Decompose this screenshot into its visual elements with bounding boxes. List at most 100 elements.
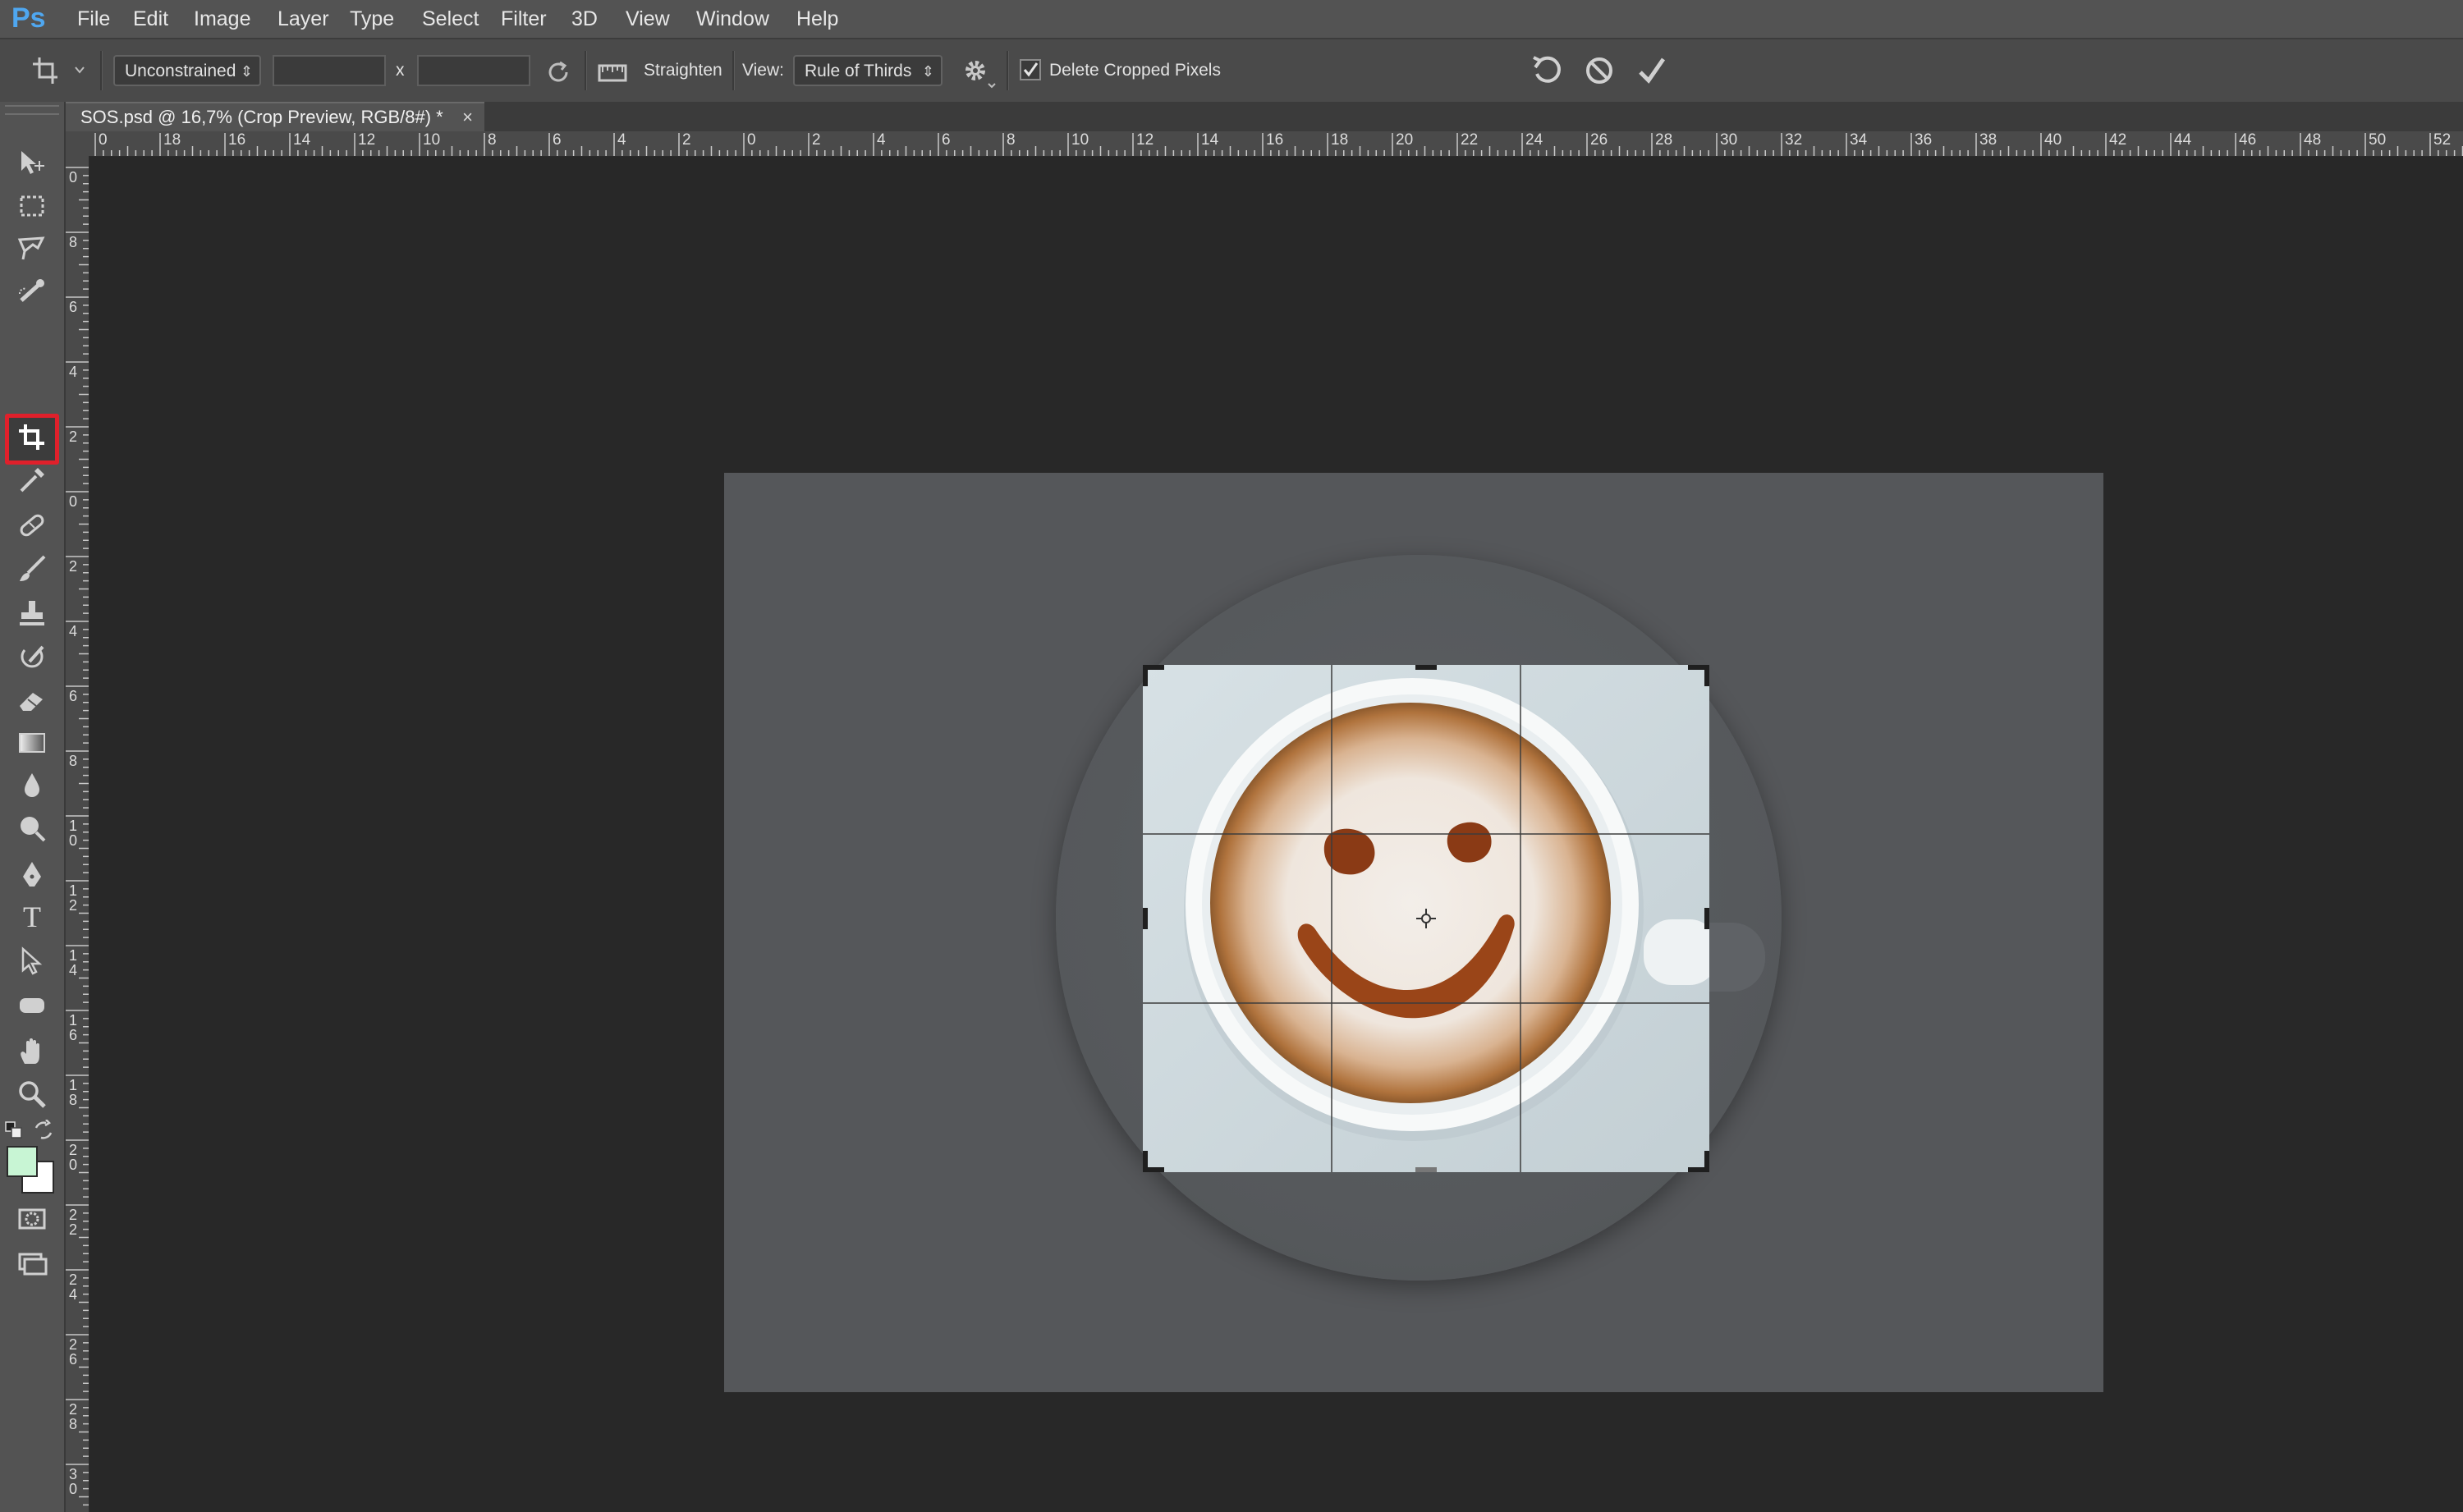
delete-cropped-checkbox[interactable] <box>1020 59 1041 80</box>
cancel-crop-button[interactable] <box>1581 53 1617 89</box>
menu-filter[interactable]: Filter <box>501 0 547 38</box>
lasso-icon <box>17 236 45 260</box>
crop-handle-top[interactable] <box>1415 665 1437 670</box>
dodge-tool[interactable] <box>11 809 53 847</box>
clone-stamp-tool[interactable] <box>11 594 53 632</box>
ratio-preset-select[interactable]: Unconstrained ⇕ <box>113 55 261 86</box>
healing-brush-tool[interactable] <box>11 506 53 543</box>
ruler-label: 0 <box>69 493 77 510</box>
view-label: View: <box>742 61 784 80</box>
tool-preset-picker[interactable] <box>30 54 87 87</box>
thirds-grid-line <box>1143 1002 1709 1004</box>
crop-handle-right[interactable] <box>1704 908 1709 929</box>
path-selection-tool[interactable] <box>11 942 53 980</box>
crop-tool[interactable] <box>11 419 53 456</box>
ruler-label: 6 <box>69 688 77 704</box>
horizontal-ruler[interactable]: 0 18 16 14 12 10 8 6 4 2 0 2 4 6 8 10 12 14 16 18 20 22 24 26 28… <box>89 131 2463 157</box>
crop-width-input[interactable] <box>273 55 386 86</box>
bandage-icon <box>20 514 44 537</box>
crop-handle-left[interactable] <box>1143 908 1148 929</box>
hand-tool[interactable] <box>11 1033 53 1070</box>
crop-handle-top-right[interactable] <box>1704 665 1709 686</box>
lasso-tool[interactable] <box>11 230 53 268</box>
photoshop-logo: Ps <box>11 2 46 34</box>
quick-selection-tool[interactable] <box>11 273 53 310</box>
horizontal-ruler-ticks: 0 18 16 14 12 10 8 6 4 2 0 2 4 6 8 10 12 14 16 18 20 22 24 26 28… <box>94 131 2463 156</box>
type-tool[interactable]: T <box>11 898 53 936</box>
shape-tool[interactable] <box>11 987 53 1024</box>
rectangular-marquee-tool[interactable] <box>11 187 53 225</box>
ruler-label: 2 <box>69 1221 77 1238</box>
screen-mode-button[interactable] <box>11 1244 53 1282</box>
brush-tool[interactable] <box>11 550 53 588</box>
screen-mode-icon <box>18 1253 48 1276</box>
crop-handle-bottom-right[interactable] <box>1704 1151 1709 1172</box>
times-label: x <box>396 61 405 80</box>
ruler-label: 2 <box>69 1336 77 1353</box>
eraser-tool[interactable] <box>11 681 53 719</box>
foreground-color-swatch[interactable] <box>7 1146 38 1177</box>
straighten-button[interactable] <box>596 56 629 89</box>
thirds-grid-line <box>1143 833 1709 835</box>
overlay-view-select[interactable]: Rule of Thirds ⇕ <box>793 55 943 86</box>
menu-view[interactable]: View <box>626 0 670 38</box>
document-tab[interactable]: SOS.psd @ 16,7% (Crop Preview, RGB/8#) *… <box>66 102 484 131</box>
move-tool[interactable] <box>11 144 53 182</box>
menu-edit[interactable]: Edit <box>133 0 168 38</box>
blur-tool[interactable] <box>11 767 53 804</box>
gradient-icon <box>19 733 45 753</box>
ruler-label: 14 <box>1201 131 1219 149</box>
ruler-label: 42 <box>2109 131 2126 149</box>
reset-button[interactable] <box>1529 53 1566 89</box>
crop-preview-area[interactable] <box>1143 665 1709 1172</box>
swap-dimensions-button[interactable] <box>542 56 575 89</box>
menu-window[interactable]: Window <box>696 0 769 38</box>
ruler-label: 4 <box>69 623 77 639</box>
vertical-ruler[interactable]: 08642024681012141618202224262830 <box>64 156 89 1512</box>
commit-crop-button[interactable] <box>1634 53 1670 89</box>
ruler-label: 20 <box>1396 131 1413 149</box>
menu-layer[interactable]: Layer <box>277 0 329 38</box>
ruler-label: 3 <box>69 1466 77 1482</box>
ruler-label: 6 <box>69 1027 77 1043</box>
close-tab-icon[interactable]: × <box>462 103 473 131</box>
zoom-tool[interactable] <box>11 1075 53 1113</box>
move-icon <box>21 151 44 174</box>
crop-options-button[interactable] <box>959 54 997 90</box>
commit-checkmark-icon <box>1639 57 1666 84</box>
ruler-label: 6 <box>942 131 951 149</box>
crop-handle-top-left[interactable] <box>1143 665 1148 686</box>
gradient-tool[interactable] <box>11 724 53 762</box>
ruler-label: 2 <box>69 897 77 914</box>
pen-tool[interactable] <box>11 855 53 893</box>
ruler-origin[interactable] <box>64 131 89 156</box>
ruler-label: 4 <box>69 1286 77 1303</box>
gear-icon <box>965 61 996 89</box>
history-brush-tool[interactable] <box>11 639 53 676</box>
menu-3d[interactable]: 3D <box>571 0 598 38</box>
menu-type[interactable]: Type <box>350 0 394 38</box>
ruler-label: 4 <box>69 962 77 978</box>
cancel-icon <box>1586 57 1612 84</box>
quick-mask-button[interactable] <box>11 1200 53 1238</box>
ruler-label: 26 <box>1590 131 1608 149</box>
quick-selection-icon <box>19 279 44 302</box>
crop-handle-bottom[interactable] <box>1415 1167 1437 1172</box>
panel-grip[interactable] <box>5 105 59 115</box>
ruler-label: 2 <box>69 1401 77 1418</box>
eyedropper-tool[interactable] <box>11 461 53 499</box>
crop-handle-bottom-left[interactable] <box>1143 1151 1148 1172</box>
stamp-icon <box>20 601 44 625</box>
ruler-label: 50 <box>2369 131 2386 149</box>
ruler-label: 6 <box>69 299 77 315</box>
menu-image[interactable]: Image <box>194 0 250 38</box>
delete-cropped-label: Delete Cropped Pixels <box>1049 61 1221 80</box>
separator <box>1007 51 1009 90</box>
ruler-label: 0 <box>99 131 108 149</box>
menu-select[interactable]: Select <box>422 0 479 38</box>
crop-height-input[interactable] <box>417 55 530 86</box>
menu-file[interactable]: File <box>77 0 110 38</box>
swap-colors-icon[interactable] <box>33 1119 54 1141</box>
default-colors-icon[interactable] <box>5 1121 23 1139</box>
menu-help[interactable]: Help <box>796 0 838 38</box>
